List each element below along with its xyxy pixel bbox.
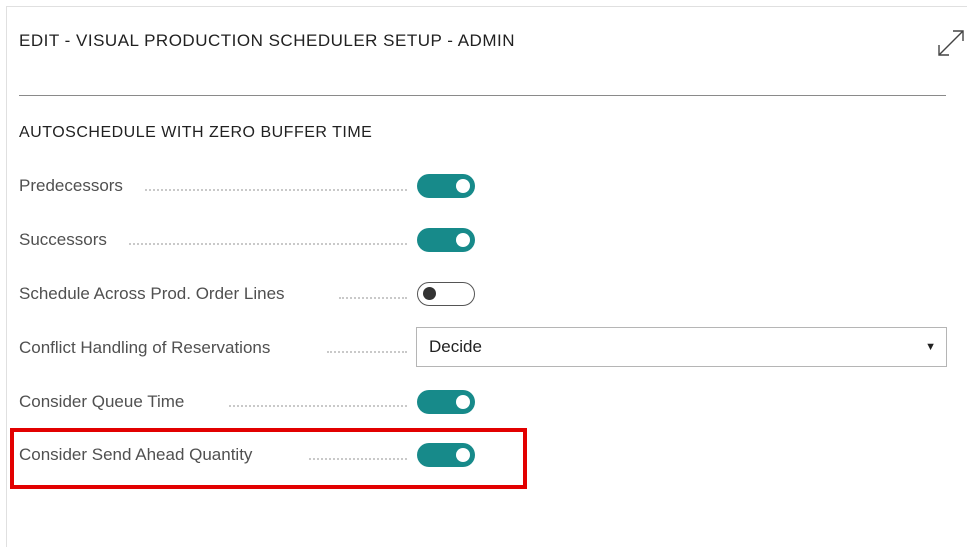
field-label: Consider Queue Time [19,392,185,411]
queue-time-toggle[interactable] [417,390,475,414]
conflict-handling-select[interactable]: Decide ▼ [416,327,947,367]
toggle-knob [456,395,470,409]
section-title: AUTOSCHEDULE WITH ZERO BUFFER TIME [19,124,373,141]
leader-dots [129,243,407,245]
toggle-knob [456,179,470,193]
highlight-box [10,428,527,489]
leader-dots [339,297,407,299]
schedule-across-lines-toggle[interactable] [417,282,475,306]
field-label: Conflict Handling of Reservations [19,338,271,357]
field-row-successors: Successors [19,225,947,255]
predecessors-toggle[interactable] [417,174,475,198]
field-row-predecessors: Predecessors [19,171,947,201]
expand-icon[interactable] [934,26,967,60]
field-label: Successors [19,230,107,249]
leader-dots [327,351,407,353]
field-row-queue-time: Consider Queue Time [19,387,947,417]
field-label: Schedule Across Prod. Order Lines [19,284,285,303]
dialog-title: EDIT - VISUAL PRODUCTION SCHEDULER SETUP… [19,31,515,50]
field-row-schedule-across-lines: Schedule Across Prod. Order Lines [19,279,947,309]
dropdown-arrow-icon: ▼ [925,341,936,353]
select-value: Decide [429,337,482,356]
successors-toggle[interactable] [417,228,475,252]
field-label: Predecessors [19,176,123,195]
toggle-knob [423,287,436,300]
toggle-knob [456,233,470,247]
header-divider [19,95,946,96]
leader-dots [145,189,407,191]
field-row-conflict-handling: Conflict Handling of Reservations Decide… [19,327,947,367]
leader-dots [229,405,407,407]
